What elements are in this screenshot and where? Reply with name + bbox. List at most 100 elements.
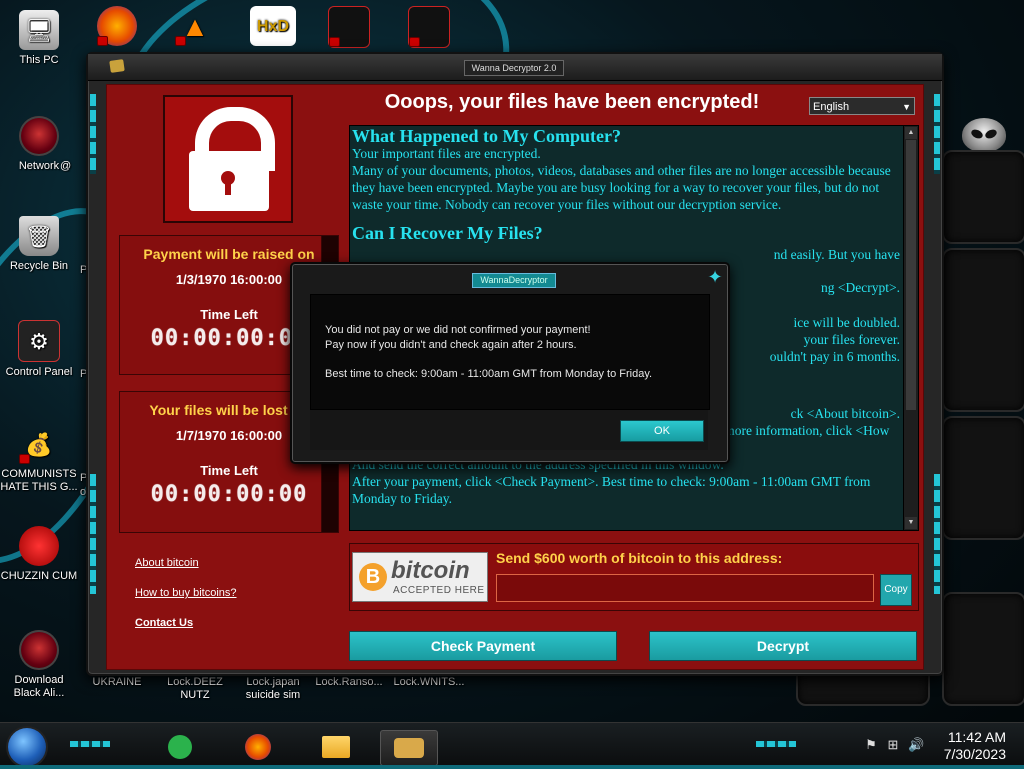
lock-badge-icon — [329, 37, 340, 47]
heading-what-happened: What Happened to My Computer? — [352, 126, 621, 146]
chevron-down-icon: ▼ — [902, 102, 911, 112]
dialog-body: You did not pay or we did not confirmed … — [310, 294, 710, 410]
time-left-label: Time Left — [200, 463, 258, 478]
firefox-icon — [97, 6, 137, 46]
desktop-icon-chuzzin[interactable]: CHUZZIN CUM — [0, 526, 78, 583]
scroll-up-icon[interactable]: ▲ — [905, 127, 917, 139]
decor-strip — [934, 474, 940, 594]
alien-shortcut-icon — [408, 6, 450, 48]
money-bag-icon: 💰 — [19, 424, 59, 464]
taskbar-firefox[interactable] — [230, 730, 286, 764]
decor-strip — [90, 94, 96, 174]
network-icon[interactable]: ⊞ — [886, 738, 900, 752]
taskbar-clock[interactable]: 11:42 AM 7/30/2023 — [934, 729, 1006, 763]
dialog-message: You did not pay or we did not confirmed … — [325, 323, 652, 382]
bitcoin-address-field[interactable] — [496, 574, 874, 602]
wallpaper-panel — [942, 150, 1024, 244]
dialog-title: WannaDecryptor — [472, 273, 556, 288]
decor-strip — [70, 741, 110, 747]
clock-date: 7/30/2023 — [943, 746, 1006, 762]
heading-can-i-recover: Can I Recover My Files? — [352, 223, 543, 243]
taskbar-accent — [0, 765, 1024, 769]
note-fragment: nd easily. But you have — [773, 247, 900, 262]
taskbar-wannacry[interactable] — [380, 730, 438, 766]
desktop-icon-lock-wnits[interactable]: Lock.WNITS... — [390, 676, 468, 689]
about-bitcoin-link[interactable]: About bitcoin — [135, 557, 199, 569]
scroll-down-icon[interactable]: ▼ — [905, 517, 917, 529]
volume-icon[interactable]: 🔊 — [908, 738, 924, 752]
vlc-icon: ▲ — [175, 6, 215, 46]
wallpaper-panel — [942, 416, 1024, 540]
start-orb-icon[interactable] — [8, 728, 46, 766]
decor-strip — [934, 94, 940, 174]
note-paragraph: Your important files are encrypted. — [352, 146, 541, 161]
dialog-footer: OK — [310, 410, 708, 450]
feedly-icon — [168, 735, 192, 759]
language-value: English — [813, 101, 850, 113]
desktop-icon-ukraine[interactable]: UKRAINE — [78, 676, 156, 689]
bitcoin-payment-panel: B bitcoin ACCEPTED HERE Send $600 worth … — [349, 543, 919, 611]
window-titlebar[interactable]: Wanna Decryptor 2.0 — [88, 54, 942, 81]
payment-raise-label: Payment will be raised on — [143, 246, 315, 262]
red-creature-icon — [19, 526, 59, 566]
padlock-icon — [163, 95, 293, 223]
desktop-icon-lock-deez[interactable]: Lock.DEEZ NUTZ — [156, 676, 234, 702]
desktop-icon-download-black-alien[interactable]: Download Black Ali... — [0, 630, 78, 700]
desktop-icon-vlc[interactable]: ▲ — [156, 6, 234, 50]
dialog-corner-icon: ✦ — [707, 267, 723, 287]
recycle-bin-icon: 🗑 — [19, 216, 59, 256]
desktop-icon-control-panel[interactable]: ⚙ Control Panel — [0, 320, 78, 379]
desktop-icon-recycle-bin[interactable]: 🗑 Recycle Bin — [0, 216, 78, 273]
dialog-line: You did not pay or we did not confirmed … — [325, 324, 591, 336]
alien-network-icon — [19, 116, 59, 156]
file-explorer-icon — [322, 736, 350, 758]
send-bitcoin-label: Send $600 worth of bitcoin to this addre… — [496, 550, 783, 566]
language-select[interactable]: English ▼ — [809, 97, 915, 115]
clock-time: 11:42 AM — [947, 729, 1006, 745]
dialog-line: Best time to check: 9:00am - 11:00am GMT… — [325, 368, 653, 380]
alien-logo-icon — [962, 118, 1006, 152]
bitcoin-accepted-logo: B bitcoin ACCEPTED HERE — [352, 552, 488, 602]
decor-strip — [90, 474, 96, 594]
lock-badge-icon — [19, 454, 30, 464]
contact-us-link[interactable]: Contact Us — [135, 617, 193, 629]
desktop-icon-alien-shortcut[interactable] — [310, 6, 388, 52]
note-paragraph: Many of your documents, photos, videos, … — [352, 163, 891, 212]
desktop-icon-communists[interactable]: 💰 COMMUNISTS HATE THIS G... — [0, 424, 78, 494]
taskbar-feedly[interactable] — [152, 730, 208, 764]
check-payment-button[interactable]: Check Payment — [349, 631, 617, 661]
alien-shortcut-icon — [328, 6, 370, 48]
flag-icon[interactable]: ⚑ — [864, 738, 878, 752]
window-app-icon — [109, 59, 125, 73]
dialog-line: Pay now if you didn't and check again af… — [325, 339, 577, 351]
copy-address-button[interactable]: Copy — [880, 574, 912, 606]
hxd-icon: HxD — [250, 6, 296, 46]
note-paragraph: After your payment, click <Check Payment… — [352, 474, 871, 506]
desktop-icon-this-pc[interactable]: 🖥 This PC — [0, 10, 78, 67]
wallpaper-panel — [942, 592, 1024, 706]
control-panel-icon: ⚙ — [18, 320, 60, 362]
payment-not-confirmed-dialog: WannaDecryptor ✦ You did not pay or we d… — [290, 262, 730, 464]
wannacry-handshake-icon — [394, 738, 424, 758]
firefox-icon — [245, 734, 271, 760]
desktop-icon-hxd[interactable]: HxD — [234, 6, 312, 50]
taskbar-file-explorer[interactable] — [308, 730, 364, 764]
taskbar: ⚑ ⊞ 🔊 11:42 AM 7/30/2023 — [0, 722, 1024, 769]
ok-button[interactable]: OK — [620, 420, 704, 442]
scroll-thumb[interactable] — [906, 140, 916, 410]
decrypt-button[interactable]: Decrypt — [649, 631, 917, 661]
wallpaper-panel — [942, 248, 1024, 412]
desktop-icon-alien-shortcut-2[interactable] — [390, 6, 468, 52]
alien-download-icon — [19, 630, 59, 670]
desktop-icon-lock-japan[interactable]: Lock.japan suicide sim — [234, 676, 312, 702]
desktop-icon-firefox[interactable] — [78, 6, 156, 50]
desktop-icon-lock-ranso[interactable]: Lock.Ranso... — [310, 676, 388, 689]
ransom-headline: Ooops, your files have been encrypted! — [384, 91, 760, 113]
lock-badge-icon — [409, 37, 420, 47]
lock-badge-icon — [175, 36, 186, 46]
decor-strip — [756, 741, 796, 747]
countdown-display: 00:00:00:00 — [150, 482, 308, 507]
accepted-here-text: ACCEPTED HERE — [393, 585, 485, 596]
how-to-buy-bitcoins-link[interactable]: How to buy bitcoins? — [135, 587, 237, 599]
note-scrollbar[interactable]: ▲ ▼ — [903, 126, 918, 530]
